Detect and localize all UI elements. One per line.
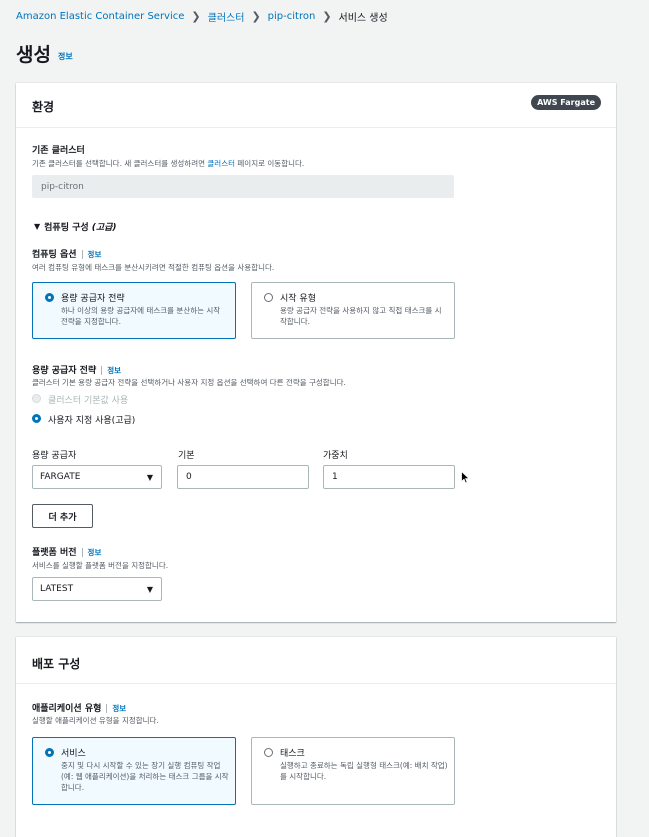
- chevron-right-icon: ❯: [322, 10, 332, 23]
- caret-down-icon: ▼: [34, 222, 41, 231]
- deployment-title: 배포 구성: [32, 657, 81, 671]
- tile-launch-type-desc: 용량 공급자 전략을 사용하지 않고 직접 태스크를 시작합니다.: [280, 306, 442, 326]
- tile-service-title: 서비스: [61, 749, 86, 759]
- weight-input[interactable]: 1: [323, 465, 455, 489]
- cps-info-link[interactable]: 정보: [101, 366, 122, 375]
- breadcrumb-current: 서비스 생성: [338, 13, 388, 24]
- breadcrumb-cluster[interactable]: pip-citron: [268, 11, 316, 22]
- tile-launch-type[interactable]: 시작 유형 용량 공급자 전략을 사용하지 않고 직접 태스크를 시작합니다.: [251, 282, 455, 339]
- cps-label-text: 용량 공급자 전략: [32, 366, 97, 376]
- base-input[interactable]: 0: [177, 465, 309, 489]
- page-title: 생성: [16, 44, 51, 66]
- add-more-button[interactable]: 더 추가: [32, 504, 93, 528]
- compute-options-info-link[interactable]: 정보: [81, 250, 102, 259]
- environment-title: 환경: [32, 100, 55, 114]
- radio-service[interactable]: [45, 748, 54, 757]
- platform-version-label-text: 플랫폼 버전: [32, 548, 77, 558]
- app-type-label-text: 애플리케이션 유형: [32, 704, 102, 714]
- app-type-info-link[interactable]: 정보: [106, 704, 127, 713]
- compute-config-toggle[interactable]: ▼ 컴퓨팅 구성 (고급): [34, 220, 117, 233]
- tile-service[interactable]: 서비스 중지 및 다시 시작할 수 있는 장기 실행 컴퓨팅 작업(예: 웹 애…: [32, 737, 236, 805]
- existing-cluster-label: 기존 클러스터: [32, 146, 85, 156]
- provider-select[interactable]: FARGATE ▼: [32, 465, 162, 489]
- platform-version-desc: 서비스를 실행할 플랫폼 버전을 지정합니다.: [32, 561, 169, 570]
- existing-cluster-input: pip-citron: [32, 175, 454, 198]
- tile-task-desc: 실행하고 종료하는 독립 실행형 태스크(예: 배치 작업)를 시작합니다.: [280, 761, 448, 781]
- page-info-link[interactable]: 정보: [58, 51, 73, 62]
- radio-launch-type[interactable]: [264, 293, 273, 302]
- compute-config-advanced: (고급): [91, 223, 117, 233]
- app-type-label: 애플리케이션 유형 정보: [32, 701, 127, 714]
- existing-cluster-desc-text: 기존 클러스터를 선택합니다. 새 클러스터를 생성하려면: [32, 159, 206, 168]
- platform-version-value: LATEST: [40, 584, 74, 594]
- col-base-label: 기본: [178, 451, 195, 461]
- clusters-link[interactable]: 클러스터: [207, 159, 235, 168]
- app-type-desc: 실행할 애플리케이션 유형을 지정합니다.: [32, 716, 159, 725]
- tile-capacity-provider-strategy[interactable]: 용량 공급자 전략 하나 이상의 용량 공급자에 태스크를 분산하는 시작 전략…: [32, 282, 236, 339]
- tile-task-title: 태스크: [280, 749, 305, 759]
- radio-cluster-default[interactable]: [32, 394, 41, 403]
- radio-capacity-provider[interactable]: [45, 293, 54, 302]
- mouse-cursor-icon: [461, 471, 470, 484]
- radio-custom-label: 사용자 지정 사용(고급): [48, 416, 136, 426]
- breadcrumb-ecs[interactable]: Amazon Elastic Container Service: [16, 11, 184, 22]
- compute-options-label: 컴퓨팅 옵션 정보: [32, 247, 102, 260]
- chevron-right-icon: ❯: [191, 10, 201, 23]
- breadcrumb-clusters[interactable]: 클러스터: [208, 9, 245, 24]
- compute-config-label: 컴퓨팅 구성: [44, 223, 89, 233]
- platform-version-label: 플랫폼 버전 정보: [32, 545, 102, 558]
- fargate-badge: AWS Fargate: [531, 95, 601, 110]
- cps-desc: 클러스터 기본 용량 공급자 전략을 선택하거나 사용자 지정 옵션을 선택하여…: [32, 378, 346, 387]
- chevron-right-icon: ❯: [251, 10, 261, 23]
- col-weight-label: 가중치: [323, 451, 348, 461]
- environment-header: 환경 AWS Fargate: [16, 83, 616, 128]
- caret-down-icon: ▼: [146, 584, 153, 594]
- platform-info-link[interactable]: 정보: [81, 548, 102, 557]
- existing-cluster-desc-text2: 페이지로 이동합니다.: [237, 159, 305, 168]
- cps-label: 용량 공급자 전략 정보: [32, 363, 122, 376]
- tile-task[interactable]: 태스크 실행하고 종료하는 독립 실행형 태스크(예: 배치 작업)를 시작합니…: [251, 737, 455, 805]
- radio-cluster-default-label: 클러스터 기본값 사용: [48, 396, 129, 406]
- radio-task[interactable]: [264, 748, 273, 757]
- compute-options-label-text: 컴퓨팅 옵션: [32, 250, 77, 260]
- provider-select-value: FARGATE: [40, 472, 81, 482]
- tile-capacity-provider-desc: 하나 이상의 용량 공급자에 태스크를 분산하는 시작 전략을 지정합니다.: [61, 306, 221, 326]
- deployment-header: 배포 구성: [16, 637, 616, 684]
- caret-down-icon: ▼: [146, 472, 153, 482]
- existing-cluster-desc: 기존 클러스터를 선택합니다. 새 클러스터를 생성하려면 클러스터 페이지로 …: [32, 158, 304, 169]
- col-provider-label: 용량 공급자: [32, 451, 77, 461]
- tile-capacity-provider-title: 용량 공급자 전략: [61, 294, 125, 304]
- tile-service-desc: 중지 및 다시 시작할 수 있는 장기 실행 컴퓨팅 작업(예: 웹 애플리케이…: [61, 761, 229, 792]
- deployment-panel: 배포 구성 애플리케이션 유형 정보 실행할 애플리케이션 유형을 지정합니다. …: [16, 637, 616, 837]
- radio-custom[interactable]: [32, 414, 41, 423]
- environment-panel: 환경 AWS Fargate 기존 클러스터 기존 클러스터를 선택합니다. 새…: [16, 83, 616, 622]
- breadcrumb: Amazon Elastic Container Service ❯ 클러스터 …: [16, 9, 388, 24]
- platform-version-select[interactable]: LATEST ▼: [32, 577, 162, 601]
- tile-launch-type-title: 시작 유형: [280, 294, 316, 304]
- compute-options-desc: 여러 컴퓨팅 유형에 태스크를 분산시키려면 적절한 컴퓨팅 옵션을 사용합니다…: [32, 263, 275, 272]
